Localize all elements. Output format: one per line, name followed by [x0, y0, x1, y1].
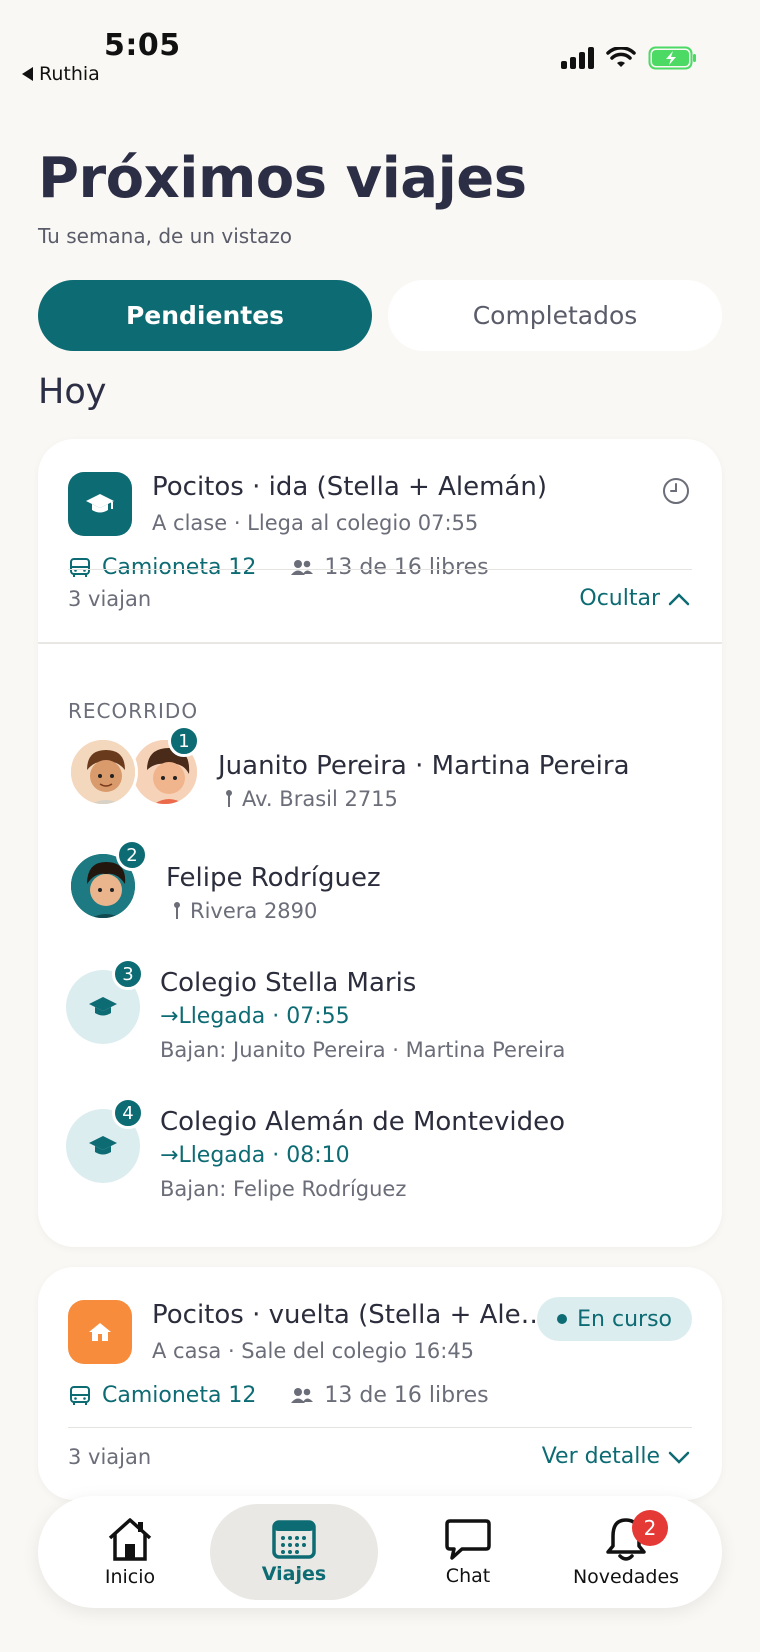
calendar-icon	[272, 1520, 316, 1559]
trip-title: Pocitos · vuelta (Stella + Ale…	[152, 1300, 547, 1330]
status-bar: 5:05 Ruthia	[0, 0, 760, 100]
tab-completados[interactable]: Completados	[388, 280, 722, 351]
stop-name: Colegio Stella Maris	[160, 968, 417, 998]
back-app-label: Ruthia	[39, 63, 100, 85]
page-subtitle: Tu semana, de un vistazo	[38, 224, 293, 248]
nav-item-viajes[interactable]: Viajes	[210, 1504, 378, 1600]
divider	[68, 1427, 692, 1428]
home-icon	[108, 1518, 152, 1561]
divider	[38, 642, 722, 644]
trip-subtitle: A casa · Sale del colegio 16:45	[152, 1339, 475, 1363]
chevron-up-icon	[668, 592, 690, 605]
page-title: Próximos viajes	[38, 146, 527, 211]
trip-card[interactable]: Pocitos · vuelta (Stella + Ale… A casa ·…	[38, 1267, 722, 1500]
nav-label: Chat	[445, 1565, 491, 1587]
divider	[68, 569, 692, 570]
stop-arrival: →Llegada · 07:55	[160, 1004, 350, 1029]
wifi-icon	[606, 47, 636, 67]
graduation-cap-icon	[68, 472, 132, 536]
notification-count-badge: 2	[632, 1510, 668, 1546]
trip-card[interactable]: Pocitos · ida (Stella + Alemán) A clase …	[38, 439, 722, 1247]
stop-number-badge: 1	[168, 725, 200, 757]
nav-item-inicio[interactable]: Inicio	[62, 1496, 198, 1608]
trip-meta: Camioneta 12 13 de 16 libres	[68, 555, 489, 580]
vehicle-label: Camioneta 12	[102, 1383, 257, 1408]
seats-label: 13 de 16 libres	[324, 555, 489, 580]
trip-title: Pocitos · ida (Stella + Alemán)	[152, 472, 547, 502]
nav-label: Novedades	[572, 1566, 680, 1588]
trip-subtitle: A clase · Llega al colegio 07:55	[152, 511, 479, 535]
pin-icon	[226, 790, 232, 807]
arrow-right-icon: →	[160, 1004, 179, 1029]
stop-name: Juanito Pereira · Martina Pereira	[218, 751, 630, 781]
riders-count: 3 viajan	[68, 587, 152, 611]
stop-number-badge: 2	[116, 839, 148, 871]
nav-item-chat[interactable]: Chat	[390, 1496, 546, 1608]
people-icon	[291, 559, 314, 575]
stop-name: Felipe Rodríguez	[166, 863, 381, 893]
stop-arrival: →Llegada · 08:10	[160, 1143, 350, 1168]
cellular-signal-icon	[561, 47, 594, 69]
show-details-button[interactable]: Ver detalle	[542, 1444, 690, 1469]
battery-charging-icon	[648, 46, 696, 70]
back-triangle-icon	[22, 67, 33, 81]
bus-icon	[70, 557, 90, 577]
stop-dropoff: Bajan: Felipe Rodríguez	[160, 1177, 407, 1201]
pin-icon	[174, 902, 180, 919]
avatar	[68, 737, 138, 807]
toggle-label: Ocultar	[579, 586, 660, 611]
tab-pendientes[interactable]: Pendientes	[38, 280, 372, 351]
nav-label: Inicio	[104, 1566, 156, 1588]
clock-icon[interactable]	[662, 477, 690, 505]
toggle-label: Ver detalle	[541, 1444, 660, 1469]
home-icon	[68, 1300, 132, 1364]
vehicle-label: Camioneta 12	[102, 555, 257, 580]
trip-meta: Camioneta 12 13 de 16 libres	[68, 1383, 489, 1408]
status-label: En curso	[577, 1306, 672, 1332]
people-icon	[291, 1387, 314, 1403]
stop-address-row: Rivera 2890	[172, 899, 317, 923]
system-icons	[561, 46, 698, 70]
status-time: 5:05	[104, 28, 181, 63]
nav-label: Viajes	[261, 1563, 327, 1585]
stop-address-row: Av. Brasil 2715	[224, 787, 398, 811]
status-dot	[557, 1314, 568, 1324]
arrow-right-icon: →	[160, 1143, 179, 1168]
nav-item-novedades[interactable]: Novedades 2	[546, 1496, 706, 1608]
stop-name: Colegio Alemán de Montevideo	[160, 1107, 565, 1137]
riders-count: 3 viajan	[68, 1445, 152, 1469]
route-label: RECORRIDO	[68, 699, 199, 723]
back-to-app-link[interactable]: Ruthia	[22, 63, 100, 85]
stop-address: Rivera 2890	[190, 899, 318, 923]
bottom-nav: Inicio Viajes Chat Novedades 2	[38, 1496, 722, 1608]
section-label-today: Hoy	[38, 372, 107, 412]
status-badge: En curso	[537, 1297, 692, 1341]
stop-number-badge: 4	[112, 1097, 144, 1129]
chevron-down-icon	[668, 1451, 690, 1464]
stop-number-badge: 3	[112, 958, 144, 990]
stop-address: Av. Brasil 2715	[242, 787, 398, 811]
stop-dropoff: Bajan: Juanito Pereira · Martina Pereira	[160, 1038, 566, 1062]
chat-bubble-icon	[445, 1519, 491, 1560]
hide-details-button[interactable]: Ocultar	[579, 586, 690, 611]
bus-icon	[70, 1385, 90, 1405]
seats-label: 13 de 16 libres	[324, 1383, 489, 1408]
